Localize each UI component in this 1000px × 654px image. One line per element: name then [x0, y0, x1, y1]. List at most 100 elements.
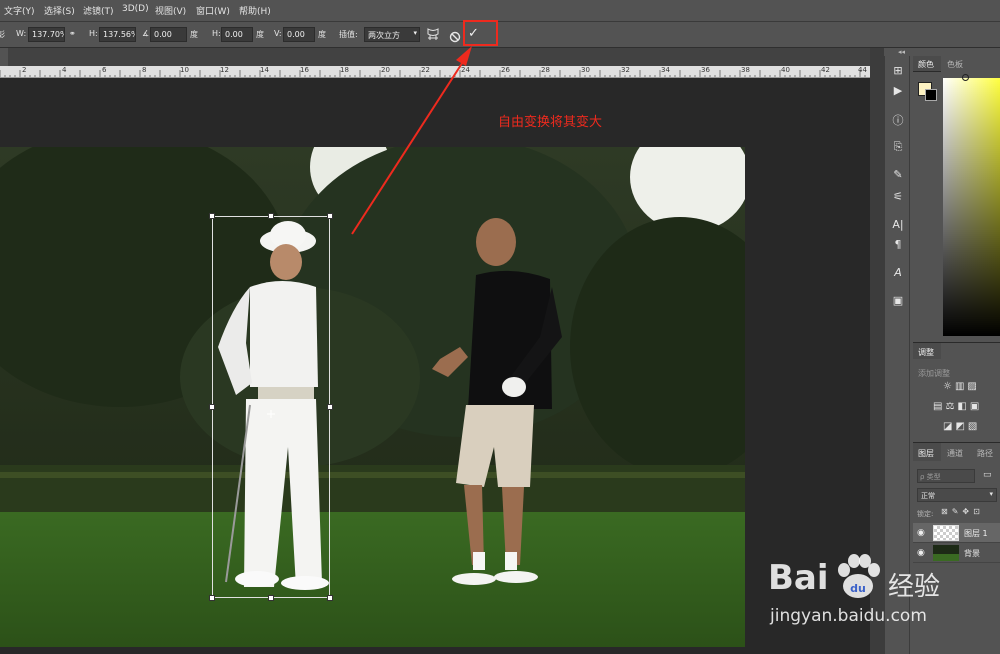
chevron-down-icon: ▾ — [989, 490, 993, 498]
tab-paths[interactable]: 路径 — [977, 448, 993, 459]
layer-filter-select[interactable]: ρ 类型 — [917, 469, 975, 483]
transform-handle-left[interactable] — [209, 404, 215, 410]
paragraph-icon[interactable]: ¶ — [885, 238, 911, 251]
blend-mode-select[interactable]: 正常 ▾ — [917, 488, 997, 502]
vskew-label: V: — [274, 29, 282, 38]
ruler-label: 36 — [701, 66, 710, 74]
tab-swatches[interactable]: 色板 — [947, 59, 963, 70]
layer-row-layer1[interactable]: ◉ 图层 1 — [913, 523, 1000, 543]
clone-source-icon[interactable]: ⎘ — [885, 140, 911, 154]
libraries-icon[interactable]: ▣ — [885, 294, 911, 307]
transform-handle-bottom-right[interactable] — [327, 595, 333, 601]
transform-handle-right[interactable] — [327, 404, 333, 410]
menu-window[interactable]: 窗口(W) — [196, 4, 230, 17]
adjustment-icons-row-2[interactable]: ▤⚖◧▣ — [933, 401, 982, 412]
menu-view[interactable]: 视图(V) — [155, 4, 186, 17]
eye-icon[interactable]: ◉ — [917, 528, 925, 538]
ruler-label: 16 — [300, 66, 309, 74]
color-picker-cursor[interactable] — [962, 74, 969, 81]
ruler-label: 32 — [621, 66, 630, 74]
character-icon[interactable]: A| — [885, 218, 911, 231]
menu-text[interactable]: 文字(Y) — [4, 4, 35, 17]
brush-settings-icon[interactable]: ⚟ — [885, 190, 911, 203]
angle-icon: ∡ — [142, 29, 150, 38]
ruler-label: 2 — [22, 66, 27, 74]
cancel-transform-icon[interactable] — [449, 28, 461, 43]
watermark-url: jingyan.baidu.com — [770, 606, 927, 626]
transform-handle-top[interactable] — [268, 213, 274, 219]
annotation-arrow — [351, 46, 472, 235]
ruler-label: 8 — [142, 66, 147, 74]
hskew-label: H: — [212, 29, 221, 38]
tab-color[interactable]: 颜色 — [918, 59, 934, 70]
options-left-fragment: 彭 — [0, 30, 5, 39]
transform-handle-bottom[interactable] — [268, 595, 274, 601]
vskew-input[interactable]: 0.00 — [283, 27, 315, 42]
adjustments-panel: 调整 添加调整 ☼▥▨ ▤⚖◧▣ ◪◩▧ — [913, 342, 1000, 442]
baidu-paw-logo: du — [832, 550, 884, 602]
color-panel: 颜色 色板 — [913, 56, 1000, 342]
menu-bar: 文字(Y) 选择(S) 滤镜(T) 3D(D) 视图(V) 窗口(W) 帮助(H… — [0, 0, 1000, 22]
hskew-input[interactable]: 0.00 — [221, 27, 253, 42]
svg-text:du: du — [850, 582, 866, 595]
color-picker-field[interactable] — [943, 78, 1000, 336]
width-input[interactable]: 137.70% — [28, 27, 65, 42]
transform-options-bar: 彭 W: 137.70% ⚭ H: 137.56% ∡ 0.00 度 H: 0.… — [0, 22, 1000, 48]
layer-name: 图层 1 — [964, 529, 988, 538]
menu-select[interactable]: 选择(S) — [44, 4, 75, 17]
add-adjustment-label: 添加调整 — [918, 369, 950, 378]
info-icon[interactable]: ⓘ — [885, 112, 911, 128]
filter-image-icon[interactable]: ▭ — [983, 470, 992, 480]
adjustment-icons-row-1[interactable]: ☼▥▨ — [943, 381, 980, 392]
transform-handle-top-right[interactable] — [327, 213, 333, 219]
tab-adjustments[interactable]: 调整 — [918, 347, 934, 358]
ruler-label: 14 — [260, 66, 269, 74]
ruler-label: 44 — [858, 66, 867, 74]
tab-channels[interactable]: 通道 — [947, 448, 963, 459]
lock-label: 锁定: — [917, 510, 934, 518]
menu-filter[interactable]: 滤镜(T) — [83, 4, 114, 17]
transform-reference-point[interactable] — [267, 403, 275, 418]
ruler-label: 26 — [501, 66, 510, 74]
transform-handle-top-left[interactable] — [209, 213, 215, 219]
glyphs-icon[interactable]: A — [885, 266, 911, 279]
angle-input[interactable]: 0.00 — [150, 27, 187, 42]
history-icon[interactable]: ⊞ — [885, 64, 911, 77]
angle-unit: 度 — [190, 30, 198, 39]
height-label: H: — [89, 29, 98, 38]
brush-presets-icon[interactable]: ✎ — [885, 168, 911, 181]
ruler-label: 30 — [581, 66, 590, 74]
watermark-brand-left: Bai — [768, 558, 829, 598]
collapse-icon[interactable]: ◂◂ — [898, 48, 905, 56]
menu-3d[interactable]: 3D(D) — [122, 4, 149, 14]
watermark-brand-right: 经验 — [888, 572, 941, 602]
vskew-unit: 度 — [318, 30, 326, 39]
annotation-text: 自由变换将其变大 — [498, 115, 603, 130]
ruler-label: 34 — [661, 66, 670, 74]
blend-mode-value: 正常 — [921, 492, 935, 500]
transform-handle-bottom-left[interactable] — [209, 595, 215, 601]
ruler-label: 40 — [781, 66, 790, 74]
hskew-unit: 度 — [256, 30, 264, 39]
link-icon[interactable]: ⚭ — [69, 29, 76, 38]
adjustment-icons-row-3[interactable]: ◪◩▧ — [943, 421, 980, 432]
baidu-jingyan-watermark: Bai du 经验 jingyan.baidu.com — [762, 548, 992, 634]
ruler-label: 4 — [62, 66, 67, 74]
ruler-label: 10 — [180, 66, 189, 74]
interpolation-value: 两次立方 — [368, 31, 400, 40]
width-label: W: — [16, 29, 27, 38]
height-input[interactable]: 137.56% — [99, 27, 136, 42]
ruler-label: 38 — [741, 66, 750, 74]
menu-help[interactable]: 帮助(H) — [239, 4, 271, 17]
document-tab[interactable] — [0, 48, 8, 66]
chevron-down-icon: ▾ — [413, 29, 417, 37]
interpolation-label: 插值: — [339, 30, 358, 39]
ruler-label: 6 — [102, 66, 107, 74]
ruler-label: 42 — [821, 66, 830, 74]
actions-play-icon[interactable]: ▶ — [885, 84, 911, 97]
lock-icons[interactable]: ⊠✎✥⊡ — [941, 507, 984, 516]
background-color-swatch[interactable] — [925, 89, 937, 101]
ruler-label: 12 — [220, 66, 229, 74]
tab-layers[interactable]: 图层 — [918, 448, 934, 459]
layer-thumbnail — [933, 525, 959, 541]
